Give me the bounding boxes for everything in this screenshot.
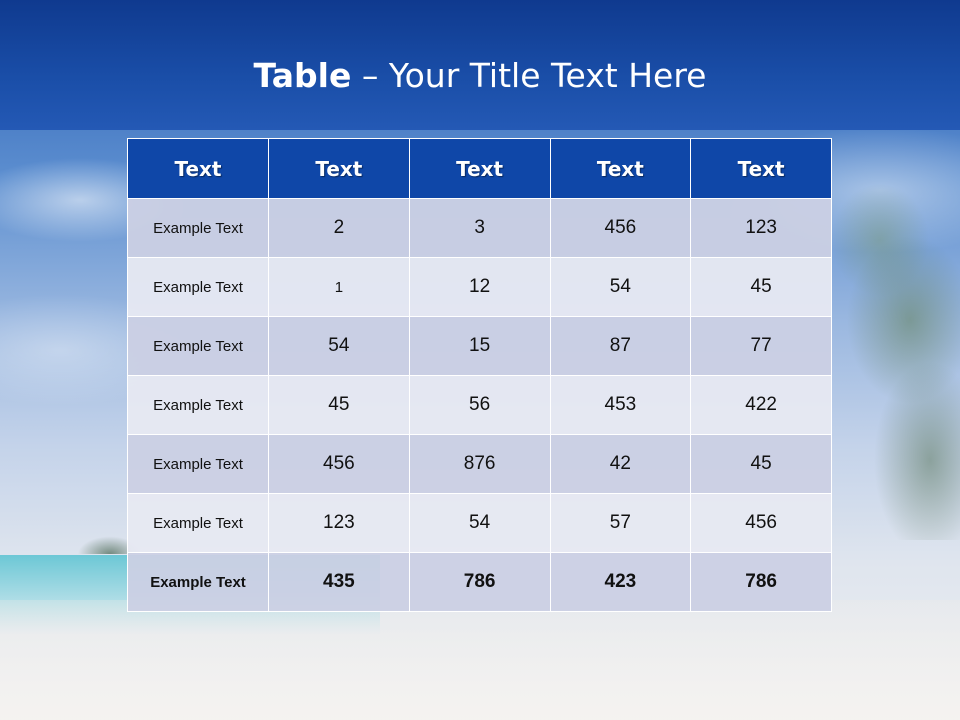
table-cell: 77 <box>690 316 832 376</box>
table-cell: 54 <box>268 316 410 376</box>
table-row: Example Text 1 12 54 45 <box>127 257 832 317</box>
beach-sand-image <box>0 600 960 720</box>
title-rest: – Your Title Text Here <box>351 56 707 95</box>
table-row: Example Text 456 876 42 45 <box>127 434 832 494</box>
header-cell: Text <box>268 138 410 199</box>
table-cell: 1 <box>268 257 410 317</box>
table-cell: 42 <box>549 434 692 494</box>
table-cell: 87 <box>549 316 692 376</box>
table-row: Example Text 54 15 87 77 <box>127 316 832 376</box>
table-cell: 422 <box>690 375 832 435</box>
row-label-cell: Example Text <box>127 316 269 376</box>
row-label-cell: Example Text <box>127 257 269 317</box>
table-cell: 56 <box>408 375 551 435</box>
table-row: Example Text 45 56 453 422 <box>127 375 832 435</box>
table-cell: 423 <box>549 552 692 612</box>
row-label-cell: Example Text <box>127 434 269 494</box>
table-cell: 3 <box>408 198 551 258</box>
table-cell: 45 <box>690 434 832 494</box>
header-cell: Text <box>690 138 832 199</box>
table-cell: 456 <box>549 198 692 258</box>
table-cell: 786 <box>408 552 551 612</box>
table-row: Example Text 2 3 456 123 <box>127 198 832 258</box>
row-label-cell: Example Text <box>127 493 269 553</box>
table-cell: 876 <box>408 434 551 494</box>
table-cell: 45 <box>690 257 832 317</box>
title-bold: Table <box>253 56 352 95</box>
header-cell: Text <box>127 138 269 199</box>
table-cell: 2 <box>268 198 410 258</box>
table-cell: 456 <box>690 493 832 553</box>
row-label-cell: Example Text <box>127 375 269 435</box>
table-cell: 15 <box>408 316 551 376</box>
table-cell: 456 <box>268 434 410 494</box>
table-cell: 12 <box>408 257 551 317</box>
row-label-cell: Example Text <box>127 552 269 612</box>
table-total-row: Example Text 435 786 423 786 <box>127 552 832 612</box>
header-cell: Text <box>549 138 692 199</box>
table-cell: 123 <box>690 198 832 258</box>
table-cell: 54 <box>549 257 692 317</box>
row-label-cell: Example Text <box>127 198 269 258</box>
table-row: Example Text 123 54 57 456 <box>127 493 832 553</box>
table-cell: 786 <box>690 552 832 612</box>
table-cell: 435 <box>268 552 410 612</box>
table-cell: 57 <box>549 493 692 553</box>
table-cell: 54 <box>408 493 551 553</box>
slide-title: Table – Your Title Text Here <box>0 52 960 100</box>
header-cell: Text <box>408 138 551 199</box>
palm-foliage-image <box>820 180 960 540</box>
data-table: Text Text Text Text Text Example Text 2 … <box>127 138 832 612</box>
table-header-row: Text Text Text Text Text <box>127 138 832 199</box>
table-cell: 45 <box>268 375 410 435</box>
table-cell: 123 <box>268 493 410 553</box>
table-cell: 453 <box>549 375 692 435</box>
